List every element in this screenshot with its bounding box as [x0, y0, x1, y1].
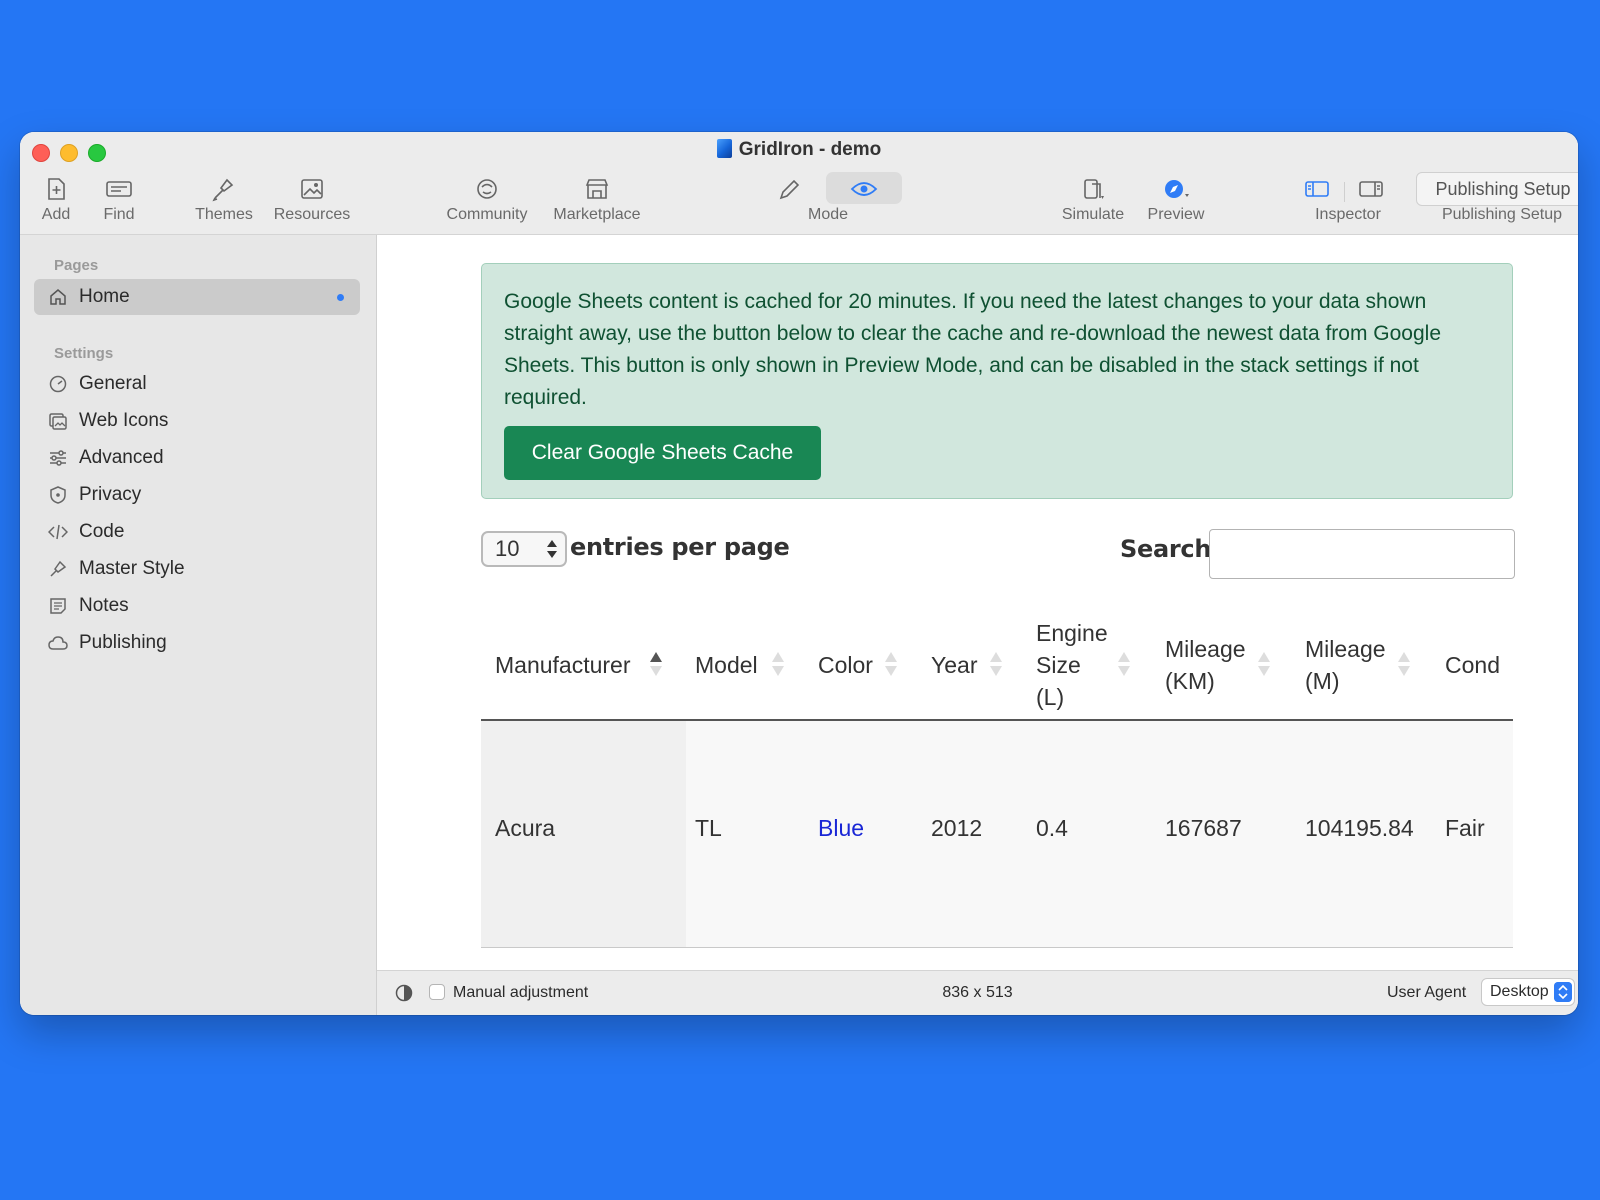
- home-icon: [50, 289, 66, 305]
- find-icon: [106, 181, 132, 197]
- safari-compass-icon: [1165, 180, 1189, 198]
- column-header-year[interactable]: Year: [931, 649, 977, 681]
- column-header-engine-size[interactable]: Engine Size (L): [1036, 617, 1108, 713]
- sort-icon[interactable]: [989, 649, 1003, 679]
- code-icon: [48, 524, 68, 540]
- sidebar-item-home[interactable]: Home: [34, 279, 360, 315]
- column-header-manufacturer[interactable]: Manufacturer: [495, 649, 631, 681]
- simulate-button[interactable]: Simulate: [1058, 174, 1128, 224]
- table-row: Acura TL Blue 2012 0.4 167687 104195.84 …: [481, 721, 1513, 948]
- left-sidebar-toggle-icon[interactable]: [1300, 174, 1334, 204]
- app-window: GridIron - demo Add Find Themes Resource…: [20, 132, 1578, 1015]
- toolbar: GridIron - demo Add Find Themes Resource…: [20, 132, 1578, 235]
- entries-per-page-label: entries per page: [570, 533, 790, 561]
- sidebar-item-advanced[interactable]: Advanced: [34, 440, 360, 476]
- cell-mileage-km: 167687: [1165, 815, 1242, 841]
- cloud-icon: [48, 636, 68, 650]
- cache-alert-text: Google Sheets content is cached for 20 m…: [504, 290, 1442, 409]
- preview-canvas: Google Sheets content is cached for 20 m…: [377, 235, 1578, 970]
- store-icon: [585, 179, 609, 199]
- column-header-mileage-m[interactable]: Mileage (M): [1305, 633, 1386, 697]
- marketplace-button[interactable]: Marketplace: [550, 174, 644, 224]
- sidebar-item-publishing[interactable]: Publishing: [34, 625, 360, 661]
- sidebar-item-web-icons[interactable]: Web Icons: [34, 403, 360, 439]
- chevron-updown-icon: [1554, 982, 1572, 1002]
- brush-icon: [50, 560, 67, 577]
- entries-per-page-select[interactable]: 10: [481, 531, 567, 567]
- themes-button[interactable]: Themes: [192, 174, 256, 224]
- right-inspector-toggle-icon[interactable]: [1354, 174, 1388, 204]
- sidebar-item-master-style[interactable]: Master Style: [34, 551, 360, 587]
- brush-icon: [212, 178, 234, 202]
- cell-color-link[interactable]: Blue: [818, 815, 864, 842]
- unsaved-dot: [337, 294, 344, 301]
- publishing-setup-label-group: Publishing Setup: [1441, 206, 1563, 223]
- sort-icon[interactable]: [771, 649, 785, 679]
- sidebar-item-code[interactable]: Code: [34, 514, 360, 550]
- images-icon: [49, 413, 67, 430]
- mode-label-group: Mode: [807, 206, 849, 223]
- user-agent-label: User Agent: [1387, 984, 1467, 1001]
- shield-icon: [50, 486, 66, 504]
- sidebar-item-general[interactable]: General: [34, 366, 360, 402]
- sort-icon[interactable]: [1117, 649, 1131, 679]
- find-button[interactable]: Find: [100, 174, 138, 224]
- sidebar-item-privacy[interactable]: Privacy: [34, 477, 360, 513]
- toolbar-separator: [1344, 182, 1345, 202]
- search-input[interactable]: [1209, 529, 1515, 579]
- device-icon: [1084, 179, 1104, 199]
- search-label: Search:: [1120, 535, 1221, 563]
- cell-manufacturer: Acura: [495, 815, 556, 841]
- add-button[interactable]: Add: [37, 174, 75, 224]
- cell-mileage-m: 104195.84: [1305, 815, 1414, 841]
- cache-alert: Google Sheets content is cached for 20 m…: [481, 263, 1513, 499]
- column-header-condition[interactable]: Cond: [1445, 649, 1500, 681]
- cell-engine-size: 0.4: [1036, 815, 1068, 841]
- sort-icon[interactable]: [1257, 649, 1271, 679]
- window-title: GridIron - demo: [20, 139, 1578, 161]
- user-agent-select[interactable]: Desktop: [1481, 978, 1575, 1006]
- cell-condition: Fair: [1445, 815, 1485, 841]
- sort-ascending-icon[interactable]: [649, 649, 663, 679]
- column-header-mileage-km[interactable]: Mileage (KM): [1165, 633, 1246, 697]
- settings-heading: Settings: [54, 345, 114, 362]
- status-bar: Manual adjustment 836 x 513 User Agent D…: [377, 970, 1578, 1015]
- notes-icon: [50, 598, 66, 614]
- sliders-icon: [50, 450, 66, 466]
- clear-cache-button[interactable]: Clear Google Sheets Cache: [504, 426, 821, 480]
- resources-button[interactable]: Resources: [270, 174, 354, 224]
- sort-icon[interactable]: [1397, 649, 1411, 679]
- cell-year: 2012: [931, 815, 983, 841]
- select-arrows-icon: [547, 540, 557, 558]
- table-header: Manufacturer Model Color Year Engine Siz…: [481, 605, 1513, 721]
- column-header-color[interactable]: Color: [818, 649, 873, 681]
- sidebar: Pages Home Settings General Web Icons Ad…: [20, 235, 377, 1015]
- sidebar-item-notes[interactable]: Notes: [34, 588, 360, 624]
- pages-heading: Pages: [54, 257, 99, 274]
- gauge-icon: [49, 375, 67, 393]
- cell-model: TL: [695, 815, 722, 841]
- column-header-model[interactable]: Model: [695, 649, 758, 681]
- community-icon: [477, 179, 497, 199]
- add-page-icon: [48, 178, 65, 200]
- sort-icon[interactable]: [884, 649, 898, 679]
- preview-button[interactable]: Preview: [1146, 174, 1206, 224]
- gridiron-app-icon: [716, 139, 732, 158]
- community-button[interactable]: Community: [444, 174, 530, 224]
- resources-icon: [301, 179, 323, 199]
